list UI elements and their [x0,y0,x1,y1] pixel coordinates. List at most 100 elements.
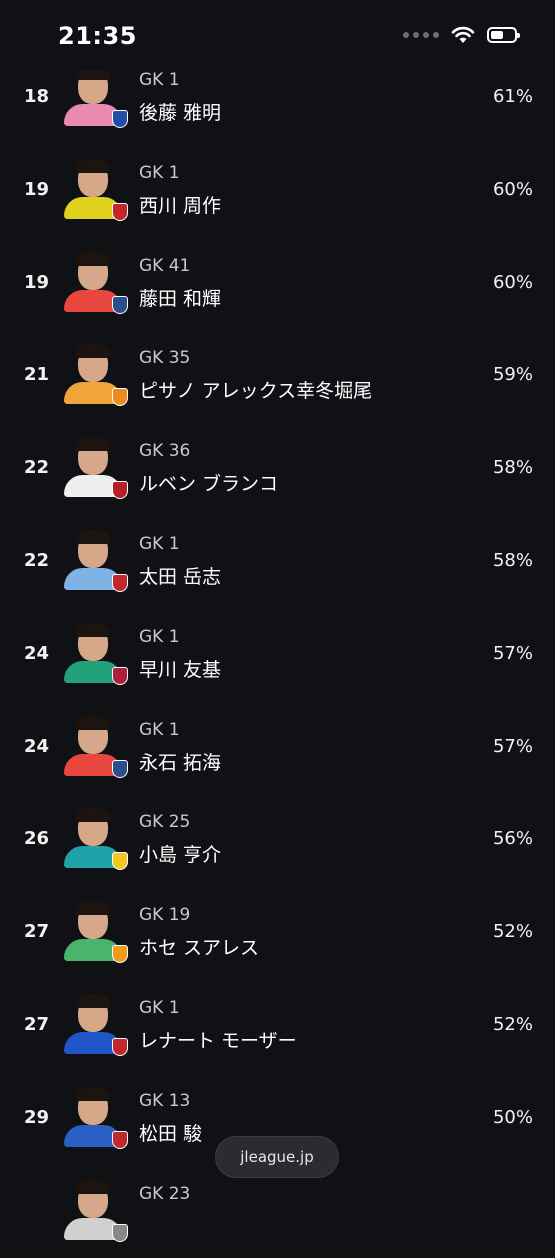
player-percentage: 60% [492,178,533,200]
player-row[interactable]: 24 GK 1 永石 拓海 57% [0,702,555,795]
player-rank: 19 [24,178,50,200]
player-hair [76,344,110,359]
player-hair [76,993,110,1008]
ranking-list: 18 GK 1 後藤 雅明 61% 19 GK 1 西川 周作 60% 19 G… [0,52,555,1258]
club-crest-icon [112,759,128,778]
player-hair [76,529,110,544]
player-row[interactable]: 27 GK 1 レナート モーザー 52% [0,980,555,1073]
player-hair [76,1179,110,1194]
status-bar: 21:35 [0,0,555,70]
club-crest-icon [112,1130,128,1149]
player-name: 小島 亨介 [139,844,222,867]
player-position: GK 1 [139,997,180,1018]
player-rank: 29 [24,1106,50,1128]
player-percentage: 59% [492,364,533,386]
battery-level [491,31,504,39]
url-text: jleague.jp [240,1148,314,1166]
player-percentage: 58% [492,457,533,479]
player-percentage: 60% [492,271,533,293]
club-crest-icon [112,388,128,407]
player-name: 早川 友基 [139,658,222,681]
player-position: GK 35 [139,348,191,369]
player-name: 西川 周作 [139,194,222,217]
status-time: 21:35 [58,22,137,50]
player-position: GK 36 [139,441,191,462]
player-hair [76,715,110,730]
player-hair [76,158,110,173]
player-avatar [62,1086,128,1153]
battery-icon [487,27,520,43]
club-crest-icon [112,1037,128,1056]
player-row[interactable]: GK 23 [0,1166,555,1258]
player-rank: 26 [24,828,50,850]
player-percentage: 57% [492,735,533,757]
player-rank: 22 [24,457,50,479]
player-rank: 24 [24,735,50,757]
player-row[interactable]: 27 GK 19 ホセ スアレス 52% [0,887,555,980]
player-row[interactable]: 26 GK 25 小島 亨介 56% [0,794,555,887]
player-percentage: 61% [492,86,533,107]
player-row[interactable]: 21 GK 35 ピサノ アレックス幸冬堀尾 59% [0,330,555,423]
player-percentage: 52% [492,1013,533,1035]
player-name: 永石 拓海 [139,751,222,774]
club-crest-icon [112,945,128,964]
player-avatar [62,901,128,967]
player-row[interactable]: 19 GK 1 西川 周作 60% [0,145,555,238]
player-position: GK 1 [139,719,180,740]
player-avatar [62,437,128,503]
club-crest-icon [112,202,128,221]
player-position: GK 1 [139,533,180,554]
player-position: GK 23 [139,1183,191,1204]
player-rank: 27 [24,1013,50,1035]
player-name: レナート モーザー [139,1029,297,1052]
player-rank: 27 [24,921,50,943]
player-percentage: 57% [492,642,533,664]
player-name: ホセ スアレス [139,937,260,960]
player-row[interactable]: 22 GK 1 太田 岳志 58% [0,516,555,609]
url-bar[interactable]: jleague.jp [215,1136,339,1178]
player-name: ピサノ アレックス幸冬堀尾 [139,380,373,403]
player-avatar [62,715,128,782]
player-position: GK 19 [139,905,191,926]
player-position: GK 1 [139,70,180,90]
club-crest-icon [112,666,128,685]
player-row[interactable]: 19 GK 41 藤田 和輝 60% [0,238,555,331]
player-percentage: 58% [492,549,533,571]
player-percentage: 56% [492,828,533,850]
player-name: 藤田 和輝 [139,287,222,310]
player-rank: 19 [24,271,50,293]
club-crest-icon [112,295,128,314]
club-crest-icon [112,1223,128,1242]
club-crest-icon [112,481,128,500]
player-name: ルベン ブランコ [139,473,279,496]
wifi-icon [451,26,475,43]
player-rank: 18 [24,86,50,107]
player-avatar [62,808,128,874]
player-hair [76,808,110,823]
player-rank: 24 [24,642,50,664]
player-avatar [62,66,128,132]
player-row[interactable]: 22 GK 36 ルベン ブランコ 58% [0,423,555,516]
player-avatar [62,344,128,410]
club-crest-icon [112,573,128,592]
player-avatar [62,529,128,596]
player-percentage: 52% [492,921,533,943]
status-icons [403,26,520,44]
player-position: GK 13 [139,1090,191,1111]
player-avatar [62,1179,128,1246]
player-hair [76,622,110,637]
cellular-signal-icon [403,32,439,38]
player-percentage: 50% [492,1106,533,1128]
player-position: GK 41 [139,255,191,276]
player-position: GK 1 [139,626,180,647]
player-row[interactable]: 24 GK 1 早川 友基 57% [0,609,555,702]
player-avatar [62,622,128,689]
club-crest-icon [112,852,128,871]
player-hair [76,251,110,266]
player-name: 太田 岳志 [139,565,222,588]
player-name: 後藤 雅明 [139,102,222,124]
player-hair [76,437,110,452]
player-avatar [62,251,128,318]
player-hair [76,1086,110,1101]
player-rank: 22 [24,549,50,571]
